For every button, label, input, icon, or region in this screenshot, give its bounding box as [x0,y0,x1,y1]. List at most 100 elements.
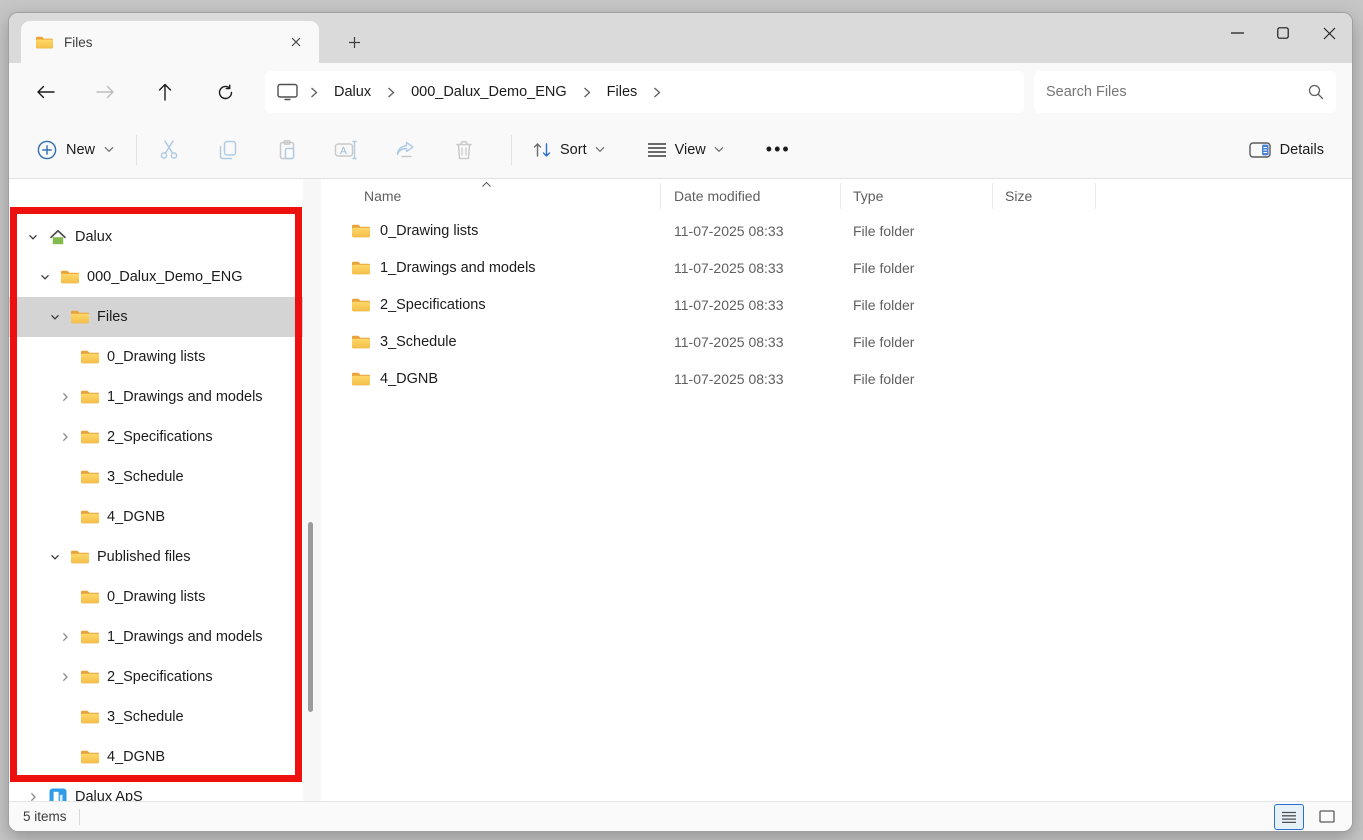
chevron-down-icon [714,146,724,153]
folder-icon [351,260,371,276]
view-button-label: View [675,142,706,158]
file-name-cell: 1_Drawings and models [321,249,661,286]
tree-item-2-specifications[interactable]: 2_Specifications [9,657,303,697]
back-button[interactable] [25,72,65,112]
tree-item-dalux[interactable]: Dalux [9,217,303,257]
file-name: 3_Schedule [380,334,457,350]
tree-item-label: 0_Drawing lists [107,589,205,605]
scrollbar-thumb[interactable] [308,522,313,712]
copy-icon[interactable] [206,130,250,170]
file-row-1-drawings-and-models[interactable]: 1_Drawings and models11-07-2025 08:33Fil… [321,249,1352,286]
rename-icon[interactable]: A [324,130,368,170]
minimize-button[interactable] [1214,13,1260,53]
tree-item-0-drawing-lists[interactable]: 0_Drawing lists [9,577,303,617]
share-icon[interactable] [383,130,427,170]
file-size [993,360,1096,397]
search-input[interactable] [1046,84,1308,100]
chevron-right-icon[interactable] [57,669,73,685]
chevron-down-icon[interactable] [37,269,53,285]
tree-item-label: 000_Dalux_Demo_ENG [87,269,243,285]
maximize-button[interactable] [1260,13,1306,53]
sidebar-scrollbar[interactable] [303,179,321,801]
folder-icon [35,35,54,50]
new-tab-button[interactable] [339,27,369,57]
chevron-right-icon[interactable] [57,429,73,445]
toolbar-divider [136,135,137,165]
view-button[interactable]: View [637,134,734,166]
file-row-2-specifications[interactable]: 2_Specifications11-07-2025 08:33File fol… [321,286,1352,323]
file-date-modified: 11-07-2025 08:33 [661,249,841,286]
tree-item-4-dgnb[interactable]: 4_DGNB [9,497,303,537]
breadcrumb[interactable]: Dalux 000_Dalux_Demo_ENG Files [265,71,1024,113]
file-row-3-schedule[interactable]: 3_Schedule11-07-2025 08:33File folder [321,323,1352,360]
tab-files[interactable]: Files [21,21,319,63]
tree-item-dalux-aps[interactable]: Dalux ApS [9,777,303,801]
details-button[interactable]: Details [1239,134,1334,166]
breadcrumb-item-demo[interactable]: 000_Dalux_Demo_ENG [401,80,577,104]
details-view-toggle[interactable] [1274,804,1304,830]
file-type: File folder [841,286,993,323]
folder-icon [351,297,371,313]
tree-item-2-specifications[interactable]: 2_Specifications [9,417,303,457]
breadcrumb-item-files[interactable]: Files [597,80,648,104]
delete-icon[interactable] [442,130,486,170]
breadcrumb-item-dalux[interactable]: Dalux [324,80,381,104]
file-date-modified: 11-07-2025 08:33 [661,212,841,249]
search-icon[interactable] [1308,84,1324,100]
paste-icon[interactable] [265,130,309,170]
chevron-down-icon[interactable] [47,549,63,565]
tree-item-4-dgnb[interactable]: 4_DGNB [9,737,303,777]
file-type: File folder [841,360,993,397]
file-explorer-window: Files [8,12,1353,832]
chevron-right-icon [581,87,593,98]
search-box[interactable] [1034,71,1336,113]
chevron-down-icon[interactable] [47,309,63,325]
chevron-down-icon[interactable] [25,229,41,245]
close-button[interactable] [1306,13,1352,53]
chevron-right-icon[interactable] [57,629,73,645]
tab-title: Files [64,35,273,50]
cut-icon[interactable] [147,130,191,170]
tree-item-0-drawing-lists[interactable]: 0_Drawing lists [9,337,303,377]
chevron-placeholder [57,469,73,485]
file-name: 4_DGNB [380,371,438,387]
chevron-right-icon[interactable] [25,789,41,801]
file-size [993,249,1096,286]
tree-item-1-drawings-and-models[interactable]: 1_Drawings and models [9,617,303,657]
up-button[interactable] [145,72,185,112]
tree-item-3-schedule[interactable]: 3_Schedule [9,457,303,497]
tab-close-icon[interactable] [283,29,309,55]
tree-item-3-schedule[interactable]: 3_Schedule [9,697,303,737]
tree-item-label: 3_Schedule [107,709,184,725]
forward-button[interactable] [85,72,125,112]
column-header-date-modified[interactable]: Date modified [661,183,841,209]
column-header-type[interactable]: Type [841,183,993,209]
thumbnails-view-toggle[interactable] [1312,804,1342,830]
sort-button[interactable]: Sort [522,133,615,167]
column-headers: Name Date modified Type Size [321,179,1352,212]
column-header-label: Type [853,188,883,204]
chevron-right-icon [385,87,397,98]
tree-item-1-drawings-and-models[interactable]: 1_Drawings and models [9,377,303,417]
file-row-4-dgnb[interactable]: 4_DGNB11-07-2025 08:33File folder [321,360,1352,397]
tree-item-published-files[interactable]: Published files [9,537,303,577]
tree-item-files[interactable]: Files [9,297,303,337]
sort-button-label: Sort [560,142,587,158]
chevron-right-icon[interactable] [57,389,73,405]
details-pane-icon [1249,142,1271,158]
folder-icon [79,627,101,647]
file-type: File folder [841,212,993,249]
navigation-pane: Dalux000_Dalux_Demo_ENGFiles0_Drawing li… [9,179,303,801]
folder-icon [79,747,101,767]
column-header-size[interactable]: Size [993,183,1096,209]
tree-item-000-dalux-demo-eng[interactable]: 000_Dalux_Demo_ENG [9,257,303,297]
column-header-name[interactable]: Name [321,183,661,209]
tree-item-label: 3_Schedule [107,469,184,485]
new-button[interactable]: New [25,132,126,168]
refresh-button[interactable] [205,72,245,112]
more-options-icon[interactable]: ••• [756,135,801,164]
file-row-0-drawing-lists[interactable]: 0_Drawing lists11-07-2025 08:33File fold… [321,212,1352,249]
folder-icon [79,467,101,487]
file-name-cell: 3_Schedule [321,323,661,360]
file-size [993,212,1096,249]
